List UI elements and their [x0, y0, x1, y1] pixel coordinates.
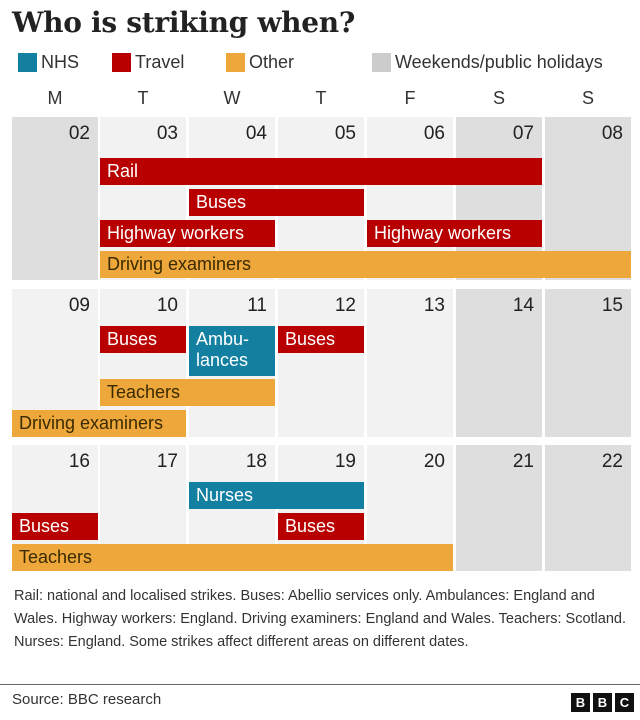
day-header: W — [223, 88, 241, 108]
day-number: 22 — [601, 451, 623, 472]
day-number: 20 — [423, 451, 445, 472]
legend-item-travel: Travel — [112, 52, 184, 73]
day-number: 03 — [156, 123, 178, 144]
legend-label: Other — [249, 52, 295, 72]
day-cell: 12 — [278, 289, 364, 437]
day-header: T — [137, 88, 149, 108]
day-number: 02 — [68, 123, 90, 144]
footnotes: Rail: national and localised strikes. Bu… — [14, 588, 626, 650]
legend-item-holiday: Weekends/public holidays — [372, 52, 603, 73]
strike-bar-travel: Highway workers — [367, 220, 542, 247]
day-number: 08 — [601, 123, 623, 144]
legend-label: Travel — [135, 52, 185, 72]
strike-bar-nhs: Nurses — [189, 482, 364, 509]
strike-bar-travel: Buses — [100, 326, 186, 353]
strike-bar-other: Teachers — [100, 379, 275, 406]
day-header: S — [492, 88, 505, 108]
day-number: 21 — [512, 451, 534, 472]
strike-bar-travel: Buses — [278, 513, 364, 540]
strike-bar-travel: Buses — [278, 326, 364, 353]
holiday-cell: 14 — [456, 289, 542, 437]
logo-letter: C — [615, 693, 634, 712]
day-header: F — [404, 88, 416, 108]
day-number: 15 — [601, 295, 623, 316]
day-number: 09 — [68, 295, 90, 316]
strike-bar-other: Driving examiners — [12, 410, 186, 437]
strike-bar-nhs: Ambu-lances — [189, 326, 275, 376]
legend-swatch-other — [226, 53, 245, 72]
legend-swatch-holiday — [372, 53, 391, 72]
day-number: 13 — [423, 295, 445, 316]
day-number: 16 — [68, 451, 90, 472]
holiday-cell: 21 — [456, 445, 542, 571]
day-number: 05 — [334, 123, 356, 144]
day-number: 11 — [247, 295, 267, 316]
day-cell: 13 — [367, 289, 453, 437]
day-header: M — [47, 88, 63, 108]
strike-bar-travel: Buses — [12, 513, 98, 540]
legend-swatch-travel — [112, 53, 131, 72]
day-header: T — [315, 88, 327, 108]
day-number: 18 — [245, 451, 267, 472]
calendar-week: 16 17 18 19 20 21 22 Nurses Buses Buses Teachers — [0, 445, 640, 571]
day-number: 19 — [334, 451, 356, 472]
legend-item-other: Other — [226, 52, 294, 73]
chart-title: Who is striking when? — [12, 6, 355, 39]
day-number: 14 — [512, 295, 534, 316]
legend: NHS Travel Other Weekends/public holiday… — [12, 52, 632, 78]
day-number: 17 — [156, 451, 178, 472]
holiday-cell: 02 — [12, 117, 98, 280]
divider — [0, 684, 640, 685]
strike-bar-travel: Rail — [100, 158, 542, 185]
logo-letter: B — [571, 693, 590, 712]
bbc-logo: B B C — [571, 693, 634, 712]
holiday-cell: 15 — [545, 289, 631, 437]
day-number: 07 — [512, 123, 534, 144]
holiday-cell: 22 — [545, 445, 631, 571]
legend-label: Weekends/public holidays — [395, 52, 603, 72]
calendar-week: 02 03 04 05 06 07 08 Rail Buses Highway workers Hi… — [0, 117, 640, 280]
legend-label: NHS — [41, 52, 80, 72]
logo-letter: B — [593, 693, 612, 712]
day-number: 10 — [156, 295, 178, 316]
strike-bar-other: Driving examiners — [100, 251, 631, 278]
day-number: 04 — [245, 123, 267, 144]
day-number: 06 — [423, 123, 445, 144]
day-header: S — [581, 88, 594, 108]
day-number: 12 — [334, 295, 356, 316]
strike-bar-other: Teachers — [12, 544, 453, 571]
legend-swatch-nhs — [18, 53, 37, 72]
source-label: Source: BBC research — [12, 691, 162, 708]
legend-item-nhs: NHS — [18, 52, 79, 73]
strike-bar-travel: Highway workers — [100, 220, 275, 247]
calendar-week: 09 10 11 12 13 14 15 Buses Ambu-lances Buses Teach… — [0, 289, 640, 437]
strike-bar-travel: Buses — [189, 189, 364, 216]
